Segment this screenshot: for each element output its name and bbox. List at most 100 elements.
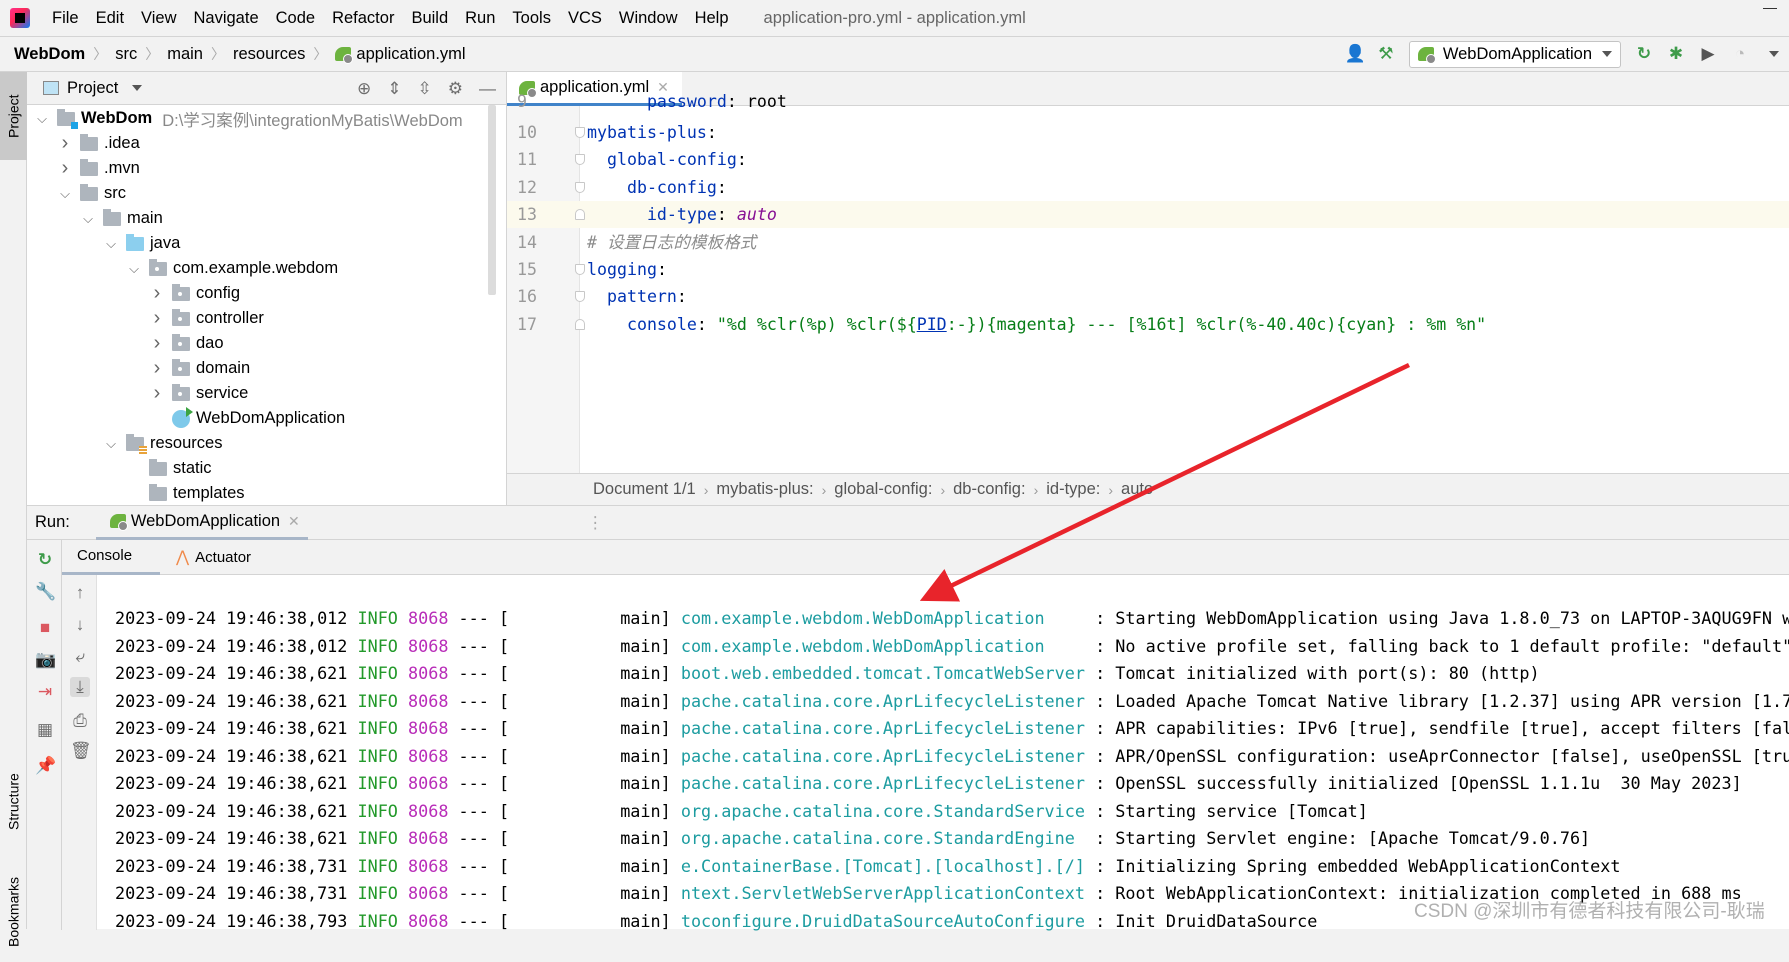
chevron-down-icon[interactable]: ⌵ <box>104 236 118 252</box>
log-logger[interactable]: pache.catalina.core.AprLifecycleListener <box>681 773 1085 793</box>
more-run-options-icon[interactable] <box>1769 51 1779 57</box>
wrench-icon[interactable]: 🔧 <box>35 582 56 602</box>
tree-item[interactable]: ⌵ src <box>58 181 126 206</box>
run-tab-webdomapplication[interactable]: WebDomApplication ✕ <box>95 506 308 540</box>
arrow-down-icon[interactable]: ↓ <box>70 615 90 635</box>
gear-icon[interactable]: ⚙ <box>448 79 463 99</box>
chevron-right-icon[interactable]: › <box>58 132 72 155</box>
menu-view[interactable]: View <box>141 9 176 28</box>
debug-bug-icon[interactable]: ✱ <box>1667 45 1685 63</box>
tree-item[interactable]: WebDomApplication <box>150 406 345 431</box>
editor-breadcrumb-item[interactable]: global-config: <box>834 480 932 499</box>
menu-file[interactable]: File <box>52 9 79 28</box>
code-line[interactable]: 12 db-config: <box>507 174 1789 201</box>
tree-item[interactable]: › domain <box>150 356 250 381</box>
close-icon[interactable]: ✕ <box>288 513 300 530</box>
build-hammer-icon[interactable]: ⚒ <box>1377 45 1395 63</box>
profiler-icon[interactable]: ◔ <box>1731 45 1749 63</box>
tree-item[interactable]: › .mvn <box>58 156 140 181</box>
log-logger[interactable]: com.example.webdom.WebDomApplication <box>681 636 1085 656</box>
fold-marker-icon[interactable] <box>575 318 585 330</box>
log-logger[interactable]: com.example.webdom.WebDomApplication <box>681 608 1085 628</box>
log-logger[interactable]: pache.catalina.core.AprLifecycleListener <box>681 718 1085 738</box>
tree-item[interactable]: › dao <box>150 331 224 356</box>
camera-icon[interactable]: 📷 <box>35 650 56 670</box>
breadcrumb-src[interactable]: src <box>115 45 137 64</box>
tree-item[interactable]: › controller <box>150 306 264 331</box>
arrow-up-icon[interactable]: ↑ <box>70 583 90 603</box>
collapse-all-icon[interactable]: ⇳ <box>418 79 432 99</box>
chevron-right-icon[interactable]: › <box>58 157 72 180</box>
trash-icon[interactable]: 🗑 <box>70 741 92 761</box>
code-line[interactable]: 9 password: root <box>507 88 1789 115</box>
log-logger[interactable]: org.apache.catalina.core.StandardEngine <box>681 828 1085 848</box>
pin-icon[interactable]: 📌 <box>35 756 56 776</box>
editor-breadcrumb-item[interactable]: id-type: <box>1046 480 1100 499</box>
menu-run[interactable]: Run <box>465 9 495 28</box>
fold-marker-icon[interactable] <box>575 209 585 221</box>
tree-item[interactable]: ⌵ java <box>104 231 180 256</box>
code-line[interactable]: 13 id-type: auto <box>507 201 1789 229</box>
drag-handle-icon[interactable]: ⋮ <box>587 513 604 533</box>
minimize-button[interactable] <box>1763 8 1777 18</box>
code-line[interactable]: 14 # 设置日志的模板格式 <box>507 229 1789 256</box>
tab-actuator[interactable]: ⋀ Actuator <box>160 540 267 575</box>
chevron-down-icon[interactable] <box>132 85 143 91</box>
tree-item[interactable]: static <box>127 456 212 481</box>
menu-code[interactable]: Code <box>276 9 315 28</box>
soft-wrap-icon[interactable]: ⤶ <box>70 647 90 667</box>
tree-item[interactable]: › .idea <box>58 131 140 156</box>
log-logger[interactable]: boot.web.embedded.tomcat.TomcatWebServer <box>681 663 1085 683</box>
coverage-icon[interactable]: ▶ <box>1699 45 1717 63</box>
menu-vcs[interactable]: VCS <box>568 9 602 28</box>
chevron-right-icon[interactable]: › <box>150 307 164 330</box>
run-configuration-select[interactable]: WebDomApplication <box>1408 40 1621 68</box>
chevron-down-icon[interactable]: ⌵ <box>81 211 95 227</box>
code-line[interactable]: 11 global-config: <box>507 146 1789 173</box>
code-line[interactable]: 15 logging: <box>507 256 1789 283</box>
log-logger[interactable]: org.apache.catalina.core.StandardService <box>681 801 1085 821</box>
chevron-right-icon[interactable]: › <box>150 357 164 380</box>
user-icon[interactable]: 👤 <box>1345 45 1366 63</box>
code-line[interactable]: 10 mybatis-plus: <box>507 119 1789 146</box>
menu-window[interactable]: Window <box>619 9 678 28</box>
breadcrumb-main[interactable]: main <box>167 45 203 64</box>
fold-marker-icon[interactable] <box>575 181 585 193</box>
tree-item[interactable]: ⌵ WebDom D:\学习案例\integrationMyBatis\WebDom <box>35 106 463 131</box>
chevron-right-icon[interactable]: › <box>150 332 164 355</box>
code-line[interactable]: 16 pattern: <box>507 283 1789 310</box>
chevron-right-icon[interactable]: › <box>150 282 164 305</box>
bookmarks-tool-tab[interactable]: Bookmarks <box>0 862 27 962</box>
menu-edit[interactable]: Edit <box>96 9 124 28</box>
fold-marker-icon[interactable] <box>575 291 585 303</box>
tree-item[interactable]: ⌵ main <box>81 206 163 231</box>
menu-help[interactable]: Help <box>695 9 729 28</box>
chevron-down-icon[interactable]: ⌵ <box>127 261 141 277</box>
tree-item[interactable]: templates <box>127 481 245 506</box>
project-panel-title[interactable]: Project <box>67 79 118 98</box>
log-logger[interactable]: e.ContainerBase.[Tomcat].[localhost].[/] <box>681 856 1085 876</box>
stop-icon[interactable]: ■ <box>35 618 55 638</box>
editor-breadcrumb-item[interactable]: db-config: <box>953 480 1025 499</box>
structure-tool-tab[interactable]: Structure <box>0 742 27 862</box>
breadcrumb-resources[interactable]: resources <box>233 45 305 64</box>
log-logger[interactable]: toconfigure.DruidDataSourceAutoConfigure <box>681 911 1085 931</box>
tree-item[interactable]: › config <box>150 281 240 306</box>
fold-marker-icon[interactable] <box>575 154 585 166</box>
log-logger[interactable]: pache.catalina.core.AprLifecycleListener <box>681 691 1085 711</box>
breadcrumb-file[interactable]: application.yml <box>356 45 465 64</box>
rerun-icon[interactable]: ↻ <box>35 550 55 570</box>
menu-refactor[interactable]: Refactor <box>332 9 394 28</box>
editor-breadcrumb-item[interactable]: mybatis-plus: <box>716 480 813 499</box>
breadcrumb-webdom[interactable]: WebDom <box>14 45 85 64</box>
fold-marker-icon[interactable] <box>575 127 585 138</box>
rerun-icon[interactable]: ↻ <box>1635 45 1653 63</box>
layout-icon[interactable]: ▦ <box>35 720 55 740</box>
log-logger[interactable]: pache.catalina.core.AprLifecycleListener <box>681 746 1085 766</box>
tree-item[interactable]: ⌵ com.example.webdom <box>127 256 338 281</box>
chevron-down-icon[interactable]: ⌵ <box>35 111 49 127</box>
tab-console[interactable]: Console <box>62 540 161 575</box>
editor-breadcrumb-item[interactable]: auto <box>1121 480 1153 499</box>
fold-marker-icon[interactable] <box>575 264 585 275</box>
print-icon[interactable]: ⎙ <box>70 711 90 731</box>
